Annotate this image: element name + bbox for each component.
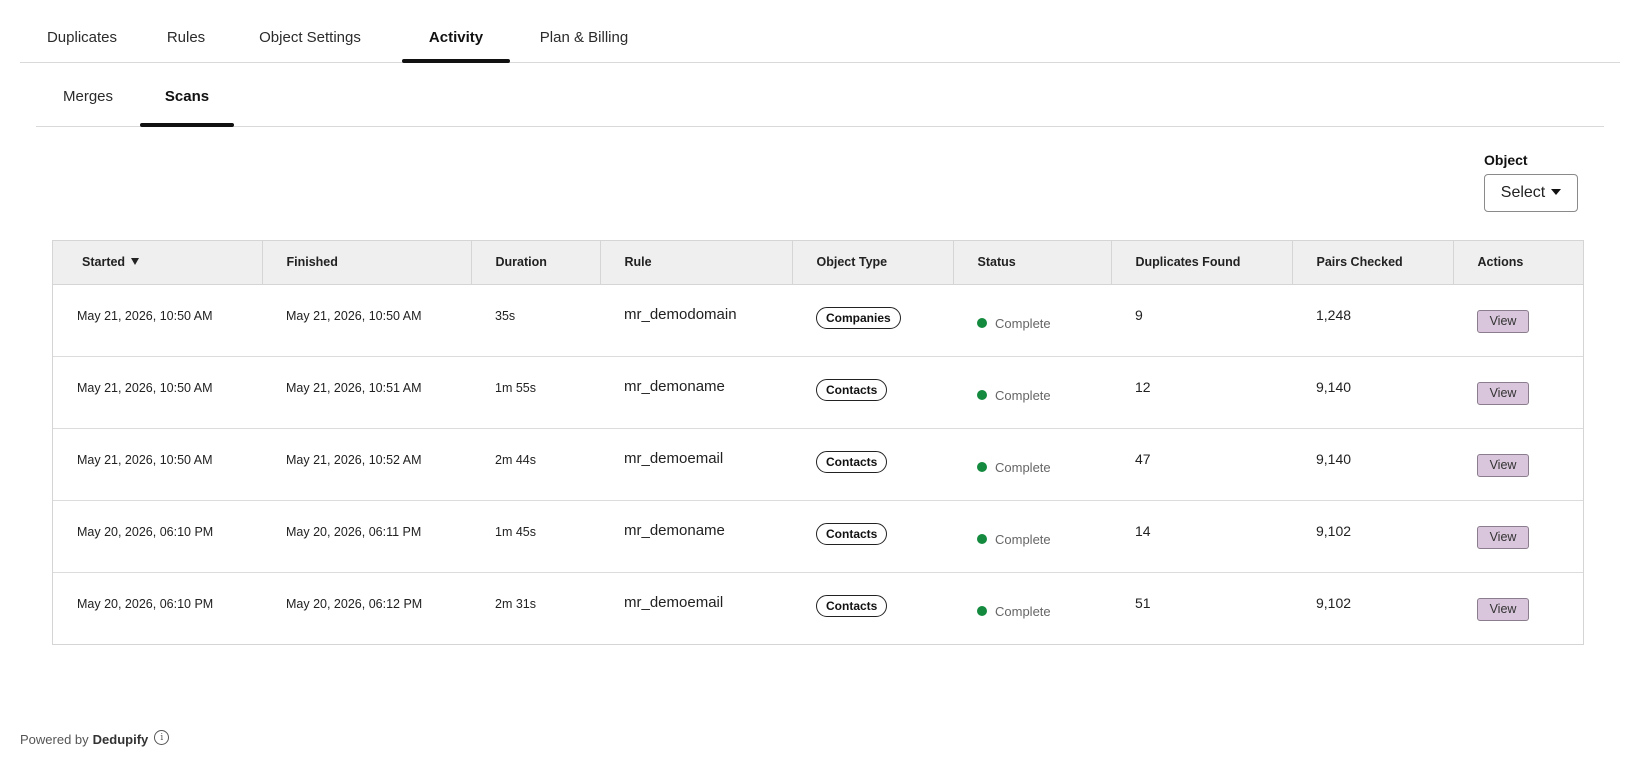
duplicates-found-cell: 12: [1135, 378, 1151, 395]
status-dot-icon: [977, 534, 987, 544]
status-text: Complete: [995, 387, 1051, 403]
status-indicator: Complete: [977, 429, 1111, 475]
table-row: May 21, 2026, 10:50 AM May 21, 2026, 10:…: [53, 356, 1583, 429]
status-dot-icon: [977, 606, 987, 616]
rule-cell: mr_demoemail: [624, 449, 724, 467]
pairs-checked-cell: 9,140: [1316, 450, 1352, 467]
tab-activity[interactable]: Activity: [402, 0, 510, 63]
column-header-actions: Actions: [1453, 241, 1583, 285]
column-header-pairs-checked: Pairs Checked: [1292, 241, 1454, 285]
object-select-dropdown[interactable]: Select: [1484, 174, 1578, 212]
status-text: Complete: [995, 315, 1051, 331]
started-cell: May 20, 2026, 06:10 PM: [77, 524, 214, 539]
tab-label: Rules: [166, 28, 206, 46]
tab-label: Duplicates: [46, 28, 118, 46]
brand-name: Dedupify: [92, 732, 149, 747]
started-cell: May 21, 2026, 10:50 AM: [77, 308, 213, 323]
view-button[interactable]: View: [1477, 453, 1529, 477]
column-header-duplicates-found: Duplicates Found: [1111, 241, 1293, 285]
finished-cell: May 21, 2026, 10:51 AM: [286, 380, 422, 395]
caret-down-icon: [1551, 189, 1562, 195]
finished-cell: May 20, 2026, 06:12 PM: [286, 596, 423, 611]
view-button[interactable]: View: [1477, 309, 1529, 333]
rule-cell: mr_demodomain: [624, 305, 737, 323]
top-tab-bar: Duplicates Rules Object Settings Activit…: [20, 0, 1620, 63]
column-header-status: Status: [953, 241, 1112, 285]
duplicates-found-cell: 9: [1135, 306, 1143, 323]
duration-cell: 1m 55s: [495, 380, 536, 395]
table-row: May 20, 2026, 06:10 PM May 20, 2026, 06:…: [53, 500, 1583, 573]
view-button[interactable]: View: [1477, 381, 1529, 405]
sort-descending-icon: [131, 258, 140, 266]
duplicates-found-cell: 47: [1135, 450, 1151, 467]
duration-cell: 35s: [495, 308, 516, 323]
column-header-object-type: Object Type: [792, 241, 954, 285]
finished-cell: May 20, 2026, 06:11 PM: [286, 524, 422, 539]
view-button[interactable]: View: [1477, 597, 1529, 621]
pairs-checked-cell: 9,140: [1316, 378, 1352, 395]
duplicates-found-cell: 51: [1135, 594, 1151, 611]
subtab-label: Merges: [62, 87, 114, 105]
column-header-duration: Duration: [471, 241, 601, 285]
pairs-checked-cell: 9,102: [1316, 522, 1352, 539]
status-text: Complete: [995, 531, 1051, 547]
column-header-finished: Finished: [262, 241, 472, 285]
subtab-merges[interactable]: Merges: [36, 62, 140, 126]
subtab-label: Scans: [164, 87, 210, 105]
sub-tab-bar: Merges Scans: [36, 62, 1604, 127]
finished-cell: May 21, 2026, 10:50 AM: [286, 308, 422, 323]
subtab-scans[interactable]: Scans: [140, 62, 234, 127]
tab-plan-billing[interactable]: Plan & Billing: [516, 0, 652, 62]
rule-cell: mr_demoname: [624, 377, 725, 395]
table-row: May 21, 2026, 10:50 AM May 21, 2026, 10:…: [53, 428, 1583, 501]
duration-cell: 1m 45s: [495, 524, 536, 539]
footer: Powered by Dedupify i: [20, 730, 170, 747]
status-indicator: Complete: [977, 501, 1111, 547]
object-filter: Object Select: [1484, 152, 1578, 212]
table-row: May 20, 2026, 06:10 PM May 20, 2026, 06:…: [53, 572, 1583, 644]
object-filter-label: Object: [1484, 152, 1528, 168]
object-type-badge: Contacts: [816, 594, 888, 617]
tab-duplicates[interactable]: Duplicates: [20, 0, 144, 62]
finished-cell: May 21, 2026, 10:52 AM: [286, 452, 422, 467]
object-type-badge: Contacts: [816, 378, 888, 401]
object-type-badge: Contacts: [816, 522, 888, 545]
column-header-rule: Rule: [600, 241, 793, 285]
view-button[interactable]: View: [1477, 525, 1529, 549]
tab-object-settings[interactable]: Object Settings: [236, 0, 384, 62]
duplicates-found-cell: 14: [1135, 522, 1151, 539]
column-header-started[interactable]: Started: [53, 241, 263, 285]
scans-table: Started Finished Duration Rule Object Ty…: [52, 240, 1584, 645]
pairs-checked-cell: 1,248: [1316, 306, 1352, 323]
started-cell: May 21, 2026, 10:50 AM: [77, 452, 213, 467]
page: Duplicates Rules Object Settings Activit…: [0, 0, 1640, 760]
tab-label: Activity: [428, 28, 484, 46]
table-row: May 21, 2026, 10:50 AM May 21, 2026, 10:…: [53, 284, 1583, 357]
rule-cell: mr_demoname: [624, 521, 725, 539]
status-indicator: Complete: [977, 285, 1111, 331]
table-header-row: Started Finished Duration Rule Object Ty…: [53, 241, 1583, 285]
status-text: Complete: [995, 459, 1051, 475]
duration-cell: 2m 31s: [495, 596, 536, 611]
status-dot-icon: [977, 318, 987, 328]
object-type-badge: Contacts: [816, 450, 888, 473]
status-indicator: Complete: [977, 573, 1111, 619]
status-dot-icon: [977, 462, 987, 472]
started-cell: May 20, 2026, 06:10 PM: [77, 596, 214, 611]
status-dot-icon: [977, 390, 987, 400]
info-icon[interactable]: i: [154, 730, 170, 745]
rule-cell: mr_demoemail: [624, 593, 724, 611]
powered-by-text: Powered by: [20, 732, 89, 747]
started-cell: May 21, 2026, 10:50 AM: [77, 380, 213, 395]
tab-label: Plan & Billing: [539, 28, 629, 46]
duration-cell: 2m 44s: [495, 452, 536, 467]
tab-label: Object Settings: [259, 28, 361, 46]
status-text: Complete: [995, 603, 1051, 619]
tab-rules[interactable]: Rules: [146, 0, 226, 62]
object-select-value: Select: [1500, 184, 1546, 201]
pairs-checked-cell: 9,102: [1316, 594, 1352, 611]
object-type-badge: Companies: [816, 306, 901, 329]
column-header-label: Started: [82, 255, 126, 270]
status-indicator: Complete: [977, 357, 1111, 403]
